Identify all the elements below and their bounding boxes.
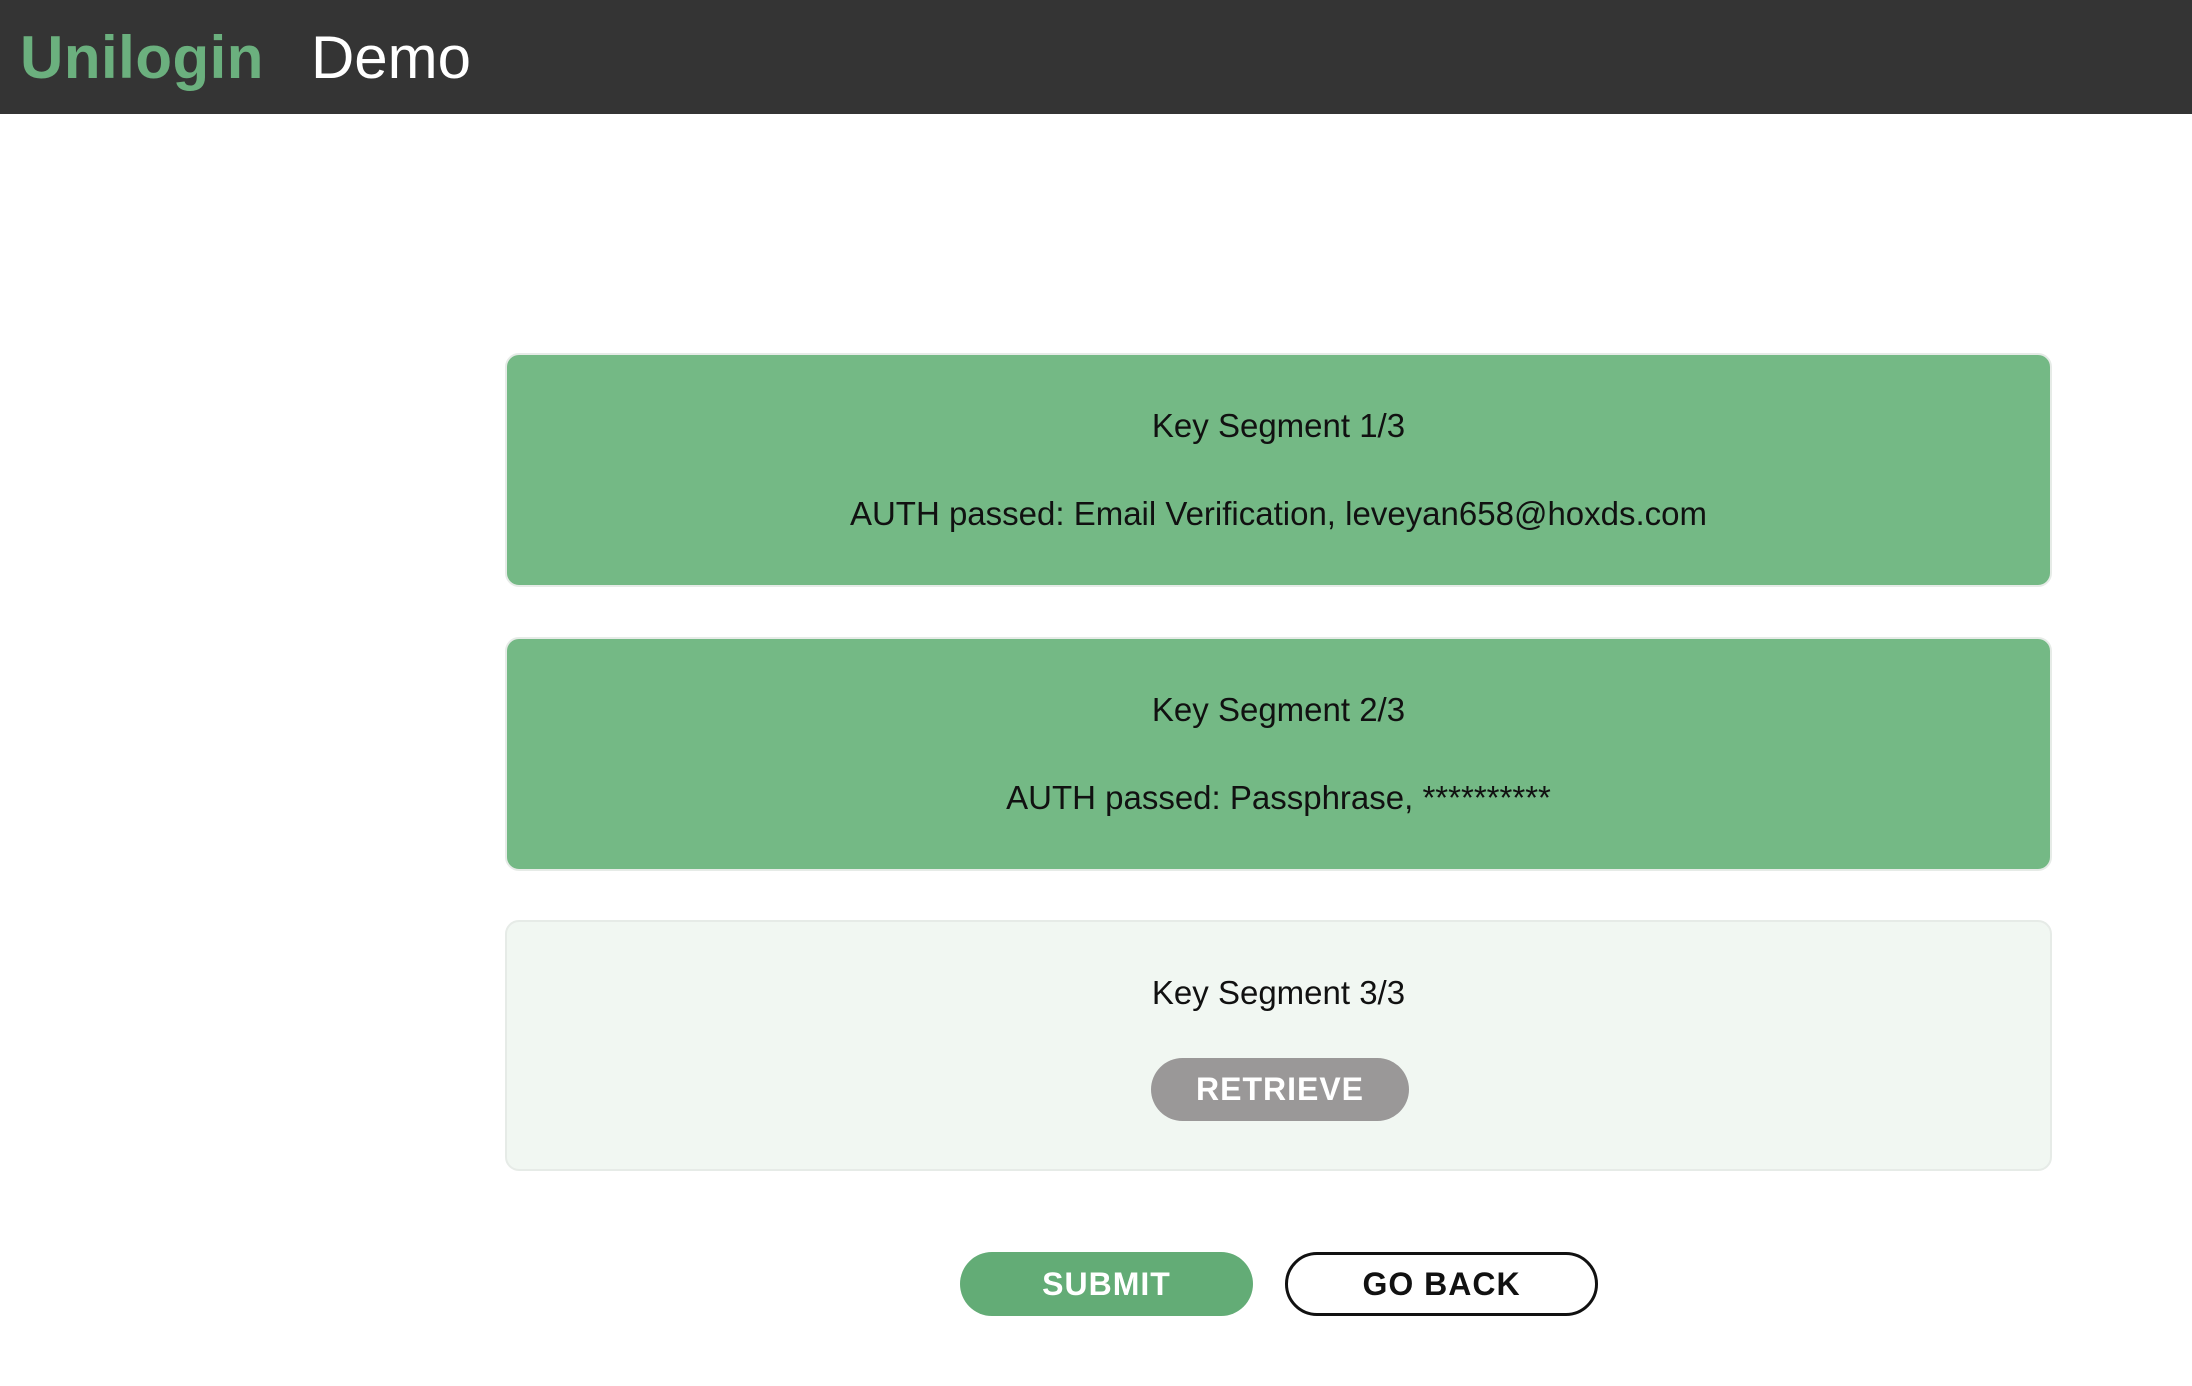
brand-logo-text[interactable]: Unilogin — [20, 23, 264, 92]
key-segment-card-3: Key Segment 3/3 RETRIEVE — [505, 920, 2052, 1171]
key-segment-status: AUTH passed: Email Verification, leveyan… — [849, 495, 1708, 532]
retrieve-button[interactable]: RETRIEVE — [1151, 1058, 1409, 1121]
key-segment-card-1: Key Segment 1/3 AUTH passed: Email Verif… — [505, 353, 2052, 587]
key-segment-title: Key Segment 1/3 — [1151, 407, 1406, 444]
top-nav-bar: Unilogin Demo — [0, 0, 2192, 114]
key-segment-status: AUTH passed: Passphrase, ********** — [1006, 779, 1551, 816]
key-segment-title: Key Segment 2/3 — [1151, 691, 1406, 728]
key-segment-title: Key Segment 3/3 — [1151, 974, 1406, 1011]
go-back-button[interactable]: GO BACK — [1285, 1252, 1598, 1316]
app-subtitle: Demo — [310, 23, 472, 91]
submit-button[interactable]: SUBMIT — [960, 1252, 1253, 1316]
key-segment-card-2: Key Segment 2/3 AUTH passed: Passphrase,… — [505, 637, 2052, 871]
